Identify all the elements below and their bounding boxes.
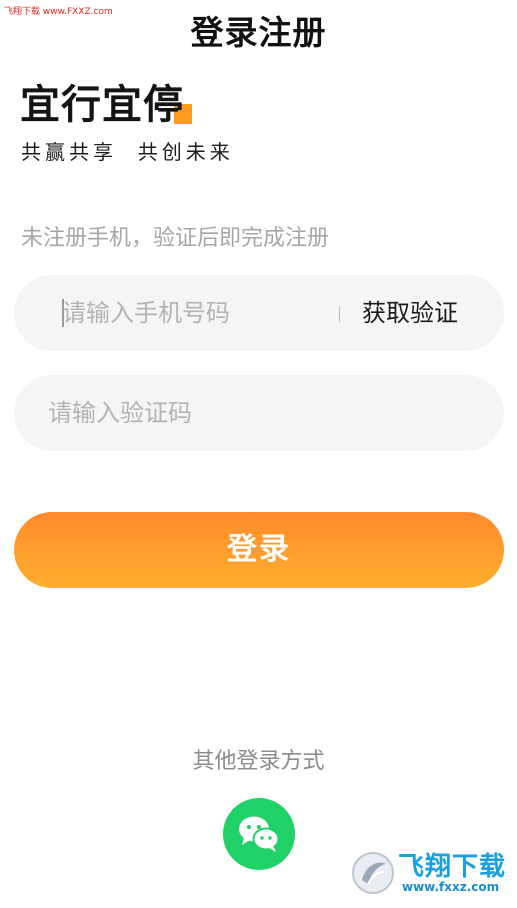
field-divider bbox=[339, 306, 340, 322]
fxxz-logo-icon bbox=[352, 852, 394, 894]
code-field[interactable] bbox=[14, 375, 504, 451]
other-login-label: 其他登录方式 bbox=[192, 749, 325, 774]
brand-logo-text: 宜行宜停 bbox=[20, 82, 184, 128]
brand-logo: 宜行宜停 bbox=[20, 80, 192, 130]
code-input[interactable] bbox=[48, 393, 448, 433]
brand-slogan: 共赢共享 共创未来 bbox=[21, 140, 234, 164]
get-code-button[interactable]: 获取验证 bbox=[362, 295, 458, 331]
register-hint: 未注册手机，验证后即完成注册 bbox=[21, 226, 330, 251]
phone-input[interactable] bbox=[62, 293, 332, 333]
watermark-brand-text: 飞翔下载 bbox=[398, 852, 507, 882]
wechat-login-button[interactable] bbox=[223, 798, 295, 870]
login-button[interactable]: 登录 bbox=[14, 512, 504, 588]
phone-field[interactable]: 获取验证 bbox=[14, 275, 504, 351]
page-title: 登录注册 bbox=[190, 13, 327, 52]
watermark-url: www.fxxz.com bbox=[402, 880, 500, 894]
login-page: 飞翔下载 www.FXXZ.com 登录注册 宜行宜停 共赢共享 共创未来 未注… bbox=[0, 0, 517, 908]
wechat-icon bbox=[239, 816, 280, 852]
watermark-bottom-right: 飞翔下载 www.fxxz.com bbox=[350, 850, 510, 896]
